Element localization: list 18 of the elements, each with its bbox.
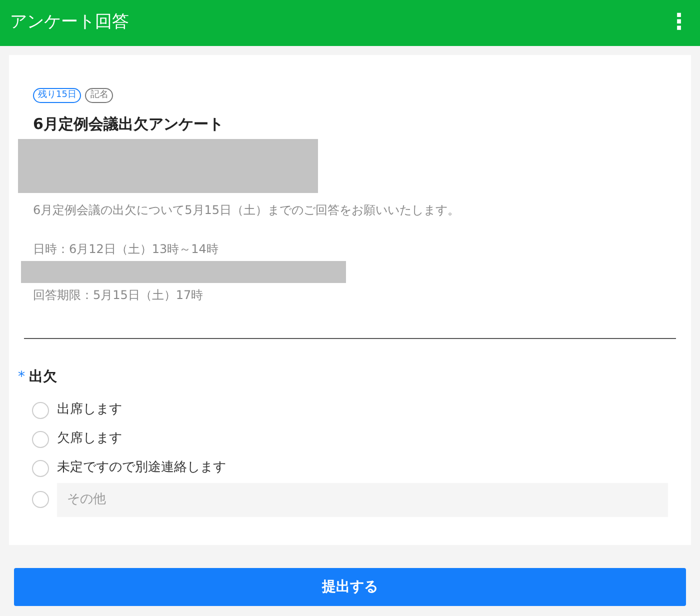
survey-title: 6月定例会議出欠アンケート (33, 114, 224, 135)
submit-button[interactable]: 提出する (14, 568, 686, 606)
required-mark: * (18, 368, 25, 386)
other-input-field[interactable]: その他 (57, 482, 668, 516)
option-label[interactable]: 欠席します (57, 429, 122, 449)
radio-button[interactable] (32, 460, 49, 476)
radio-button[interactable] (32, 491, 49, 508)
description-text: 日時：6月12日（土）13時～14時 (33, 240, 220, 258)
option-label[interactable]: 未定ですので別途連絡します (57, 458, 226, 478)
tag: 記名 (85, 88, 114, 103)
tag: 残り15日 (33, 88, 82, 103)
description-text: 回答期限：5月15日（土）17時 (33, 286, 204, 304)
radio-button[interactable] (32, 402, 49, 418)
radio-button[interactable] (32, 430, 49, 448)
question-label: 出欠 (29, 368, 57, 386)
option-label[interactable]: 出席します (57, 400, 122, 420)
description-text: 6月定例会議の出欠について5月15日（土）までのご回答をお願いいたします。 (33, 202, 461, 218)
header-title: アンケート回答 (10, 11, 129, 34)
